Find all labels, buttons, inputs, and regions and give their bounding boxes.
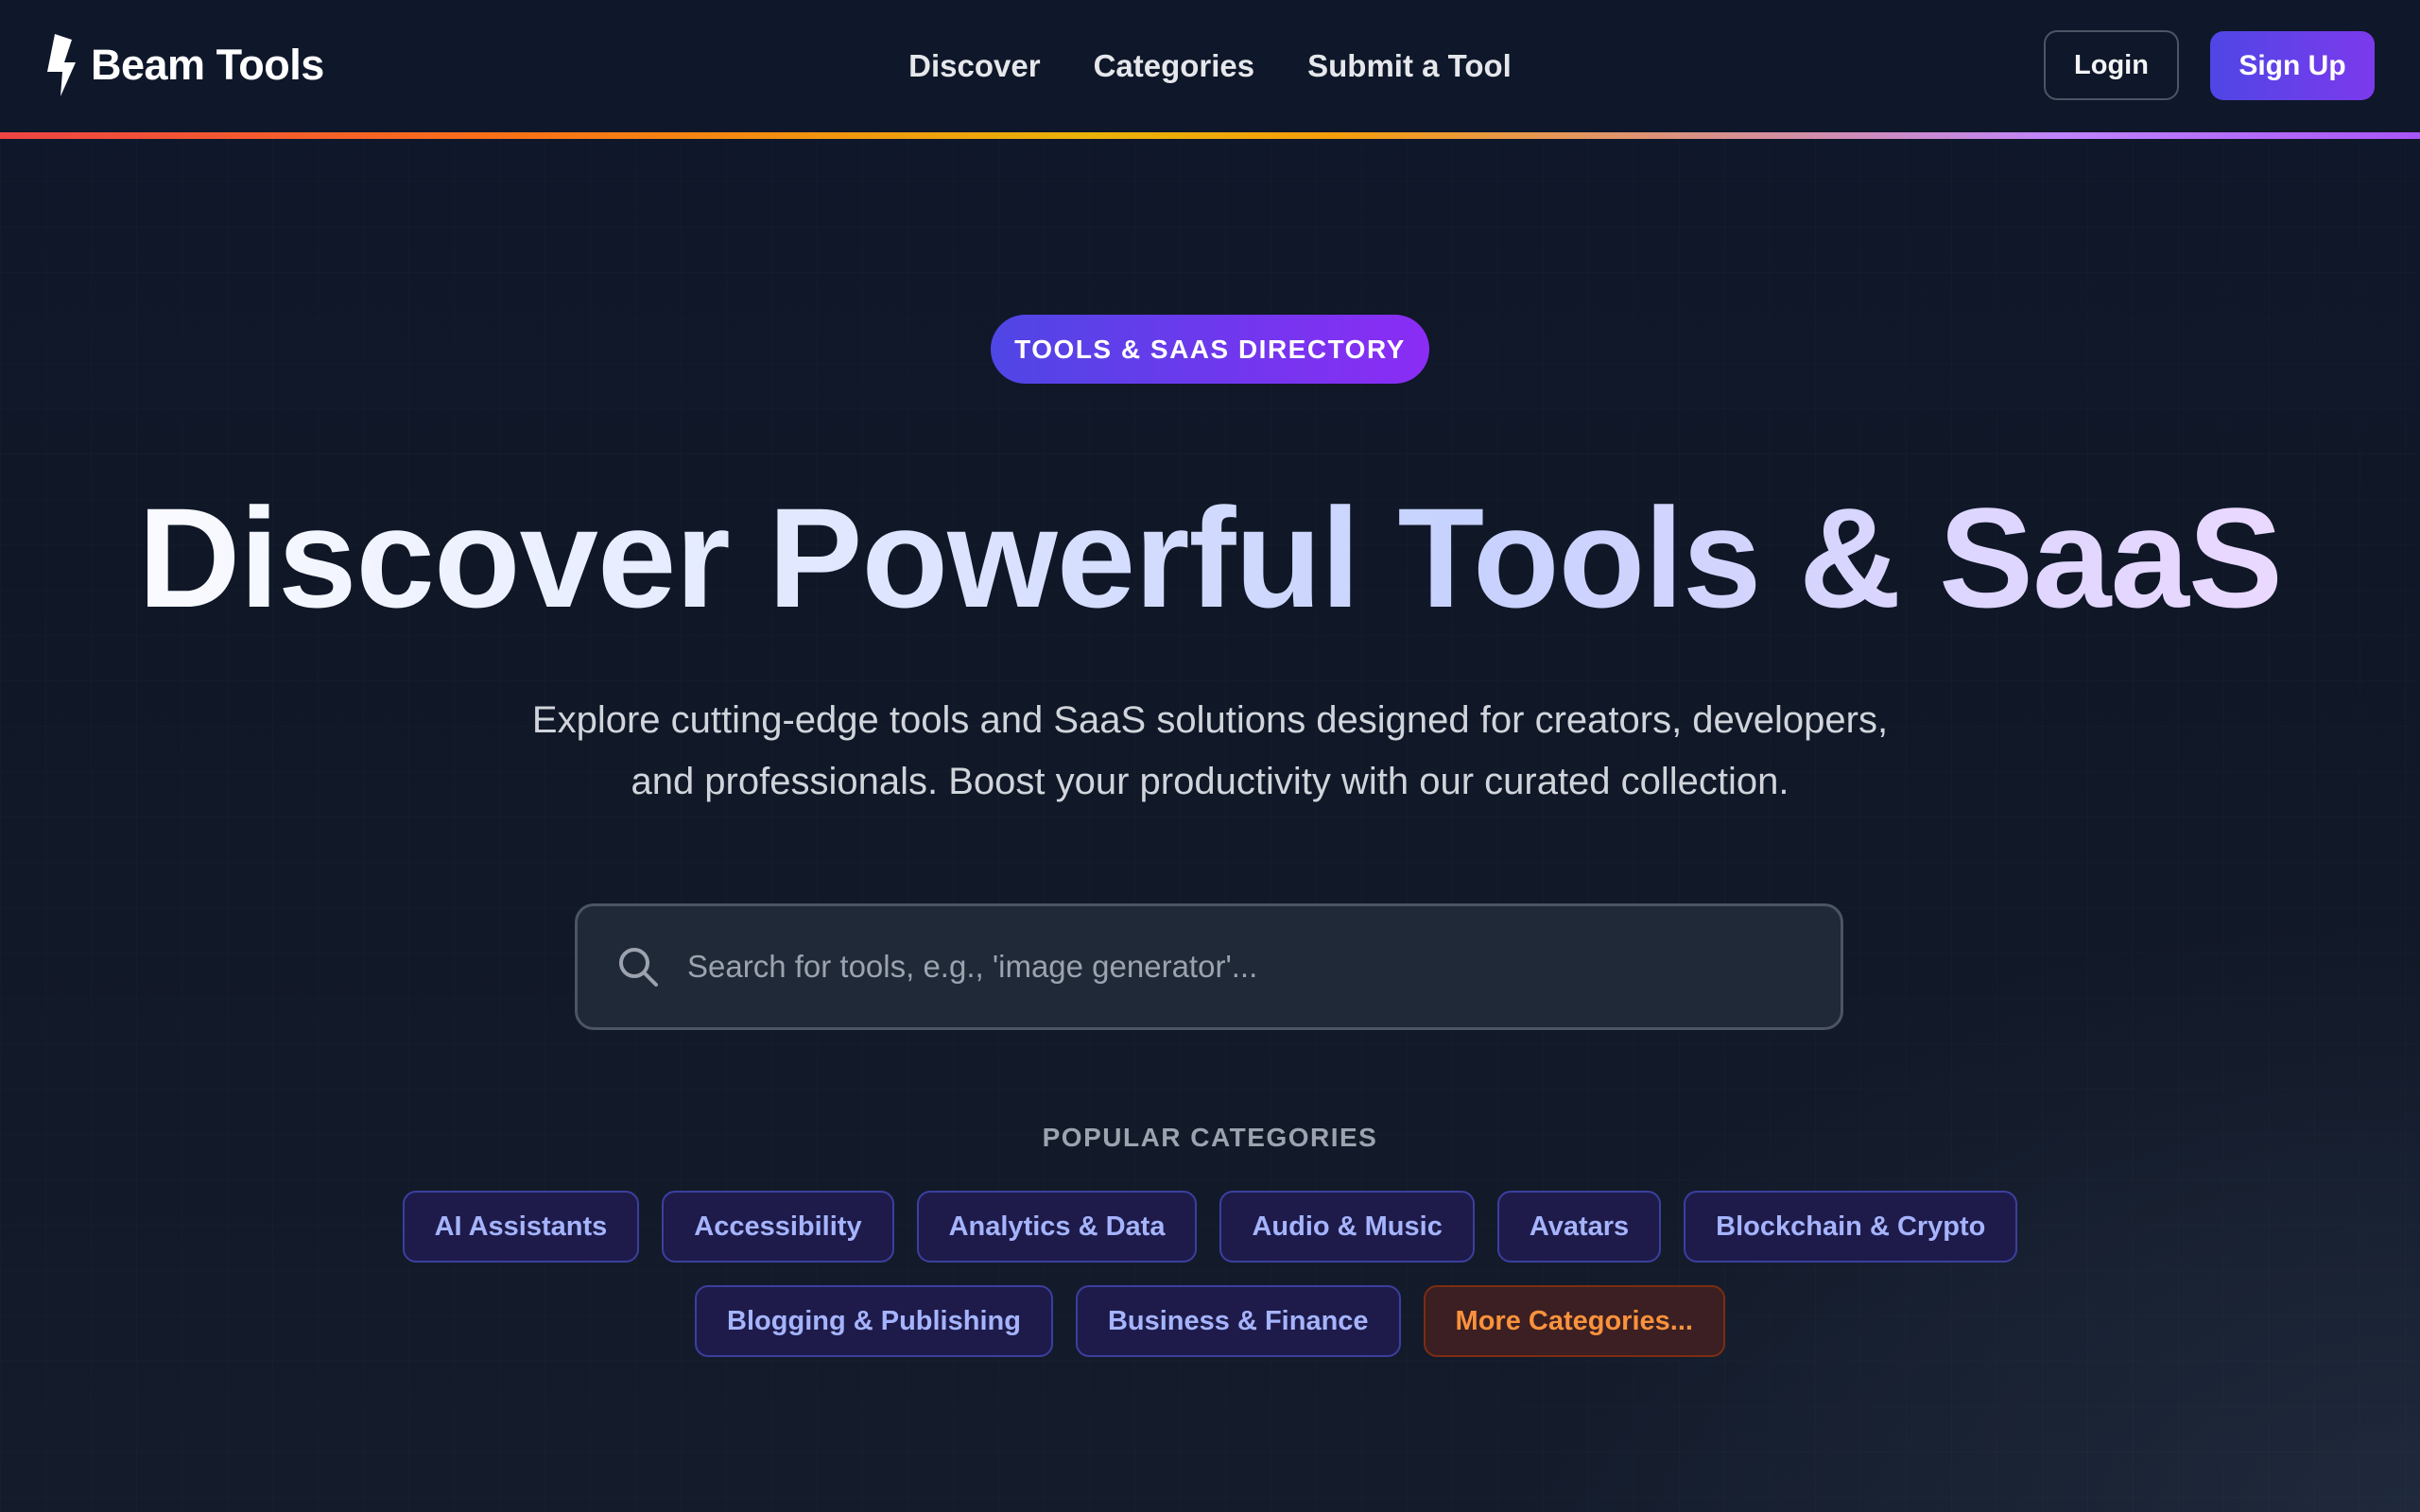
category-chip-accessibility[interactable]: Accessibility xyxy=(662,1191,894,1263)
brand-logo-link[interactable]: Beam Tools xyxy=(43,34,324,96)
top-header: Beam Tools Discover Categories Submit a … xyxy=(0,0,2420,132)
search-icon xyxy=(619,948,658,987)
search-box[interactable] xyxy=(575,903,1843,1030)
popular-categories-title: POPULAR CATEGORIES xyxy=(1042,1123,1378,1152)
category-chip-analytics-data[interactable]: Analytics & Data xyxy=(916,1191,1198,1263)
search-input[interactable] xyxy=(685,928,1841,1005)
nav-categories[interactable]: Categories xyxy=(1094,48,1255,84)
lightning-bolt-icon xyxy=(47,34,76,96)
category-chip-avatars[interactable]: Avatars xyxy=(1496,1191,1662,1263)
subtitle-line-2: and professionals. Boost your productivi… xyxy=(631,761,1789,802)
category-chip-ai-assistants[interactable]: AI Assistants xyxy=(402,1191,640,1263)
nav-discover[interactable]: Discover xyxy=(908,48,1040,84)
rainbow-divider xyxy=(0,132,2420,139)
more-categories-button[interactable]: More Categories... xyxy=(1423,1285,1725,1357)
category-chip-audio-music[interactable]: Audio & Music xyxy=(1219,1191,1475,1263)
hero-subtitle: Explore cutting-edge tools and SaaS solu… xyxy=(454,690,1966,813)
directory-badge: TOOLS & SAAS DIRECTORY xyxy=(991,315,1429,384)
page-title: Discover Powerful Tools & SaaS xyxy=(0,472,2420,643)
login-button[interactable]: Login xyxy=(2044,30,2179,100)
category-chip-blockchain-crypto[interactable]: Blockchain & Crypto xyxy=(1684,1191,2018,1263)
brand-name: Beam Tools xyxy=(91,41,324,89)
category-chip-business-finance[interactable]: Business & Finance xyxy=(1075,1285,1401,1357)
subtitle-line-1: Explore cutting-edge tools and SaaS solu… xyxy=(531,699,1889,741)
category-chip-blogging-publishing[interactable]: Blogging & Publishing xyxy=(695,1285,1053,1357)
category-chips-row-1: AI Assistants Accessibility Analytics & … xyxy=(0,1191,2420,1263)
signup-button[interactable]: Sign Up xyxy=(2210,31,2375,100)
nav-submit-tool[interactable]: Submit a Tool xyxy=(1307,48,1512,84)
category-chips-row-2: Blogging & Publishing Business & Finance… xyxy=(0,1285,2420,1357)
